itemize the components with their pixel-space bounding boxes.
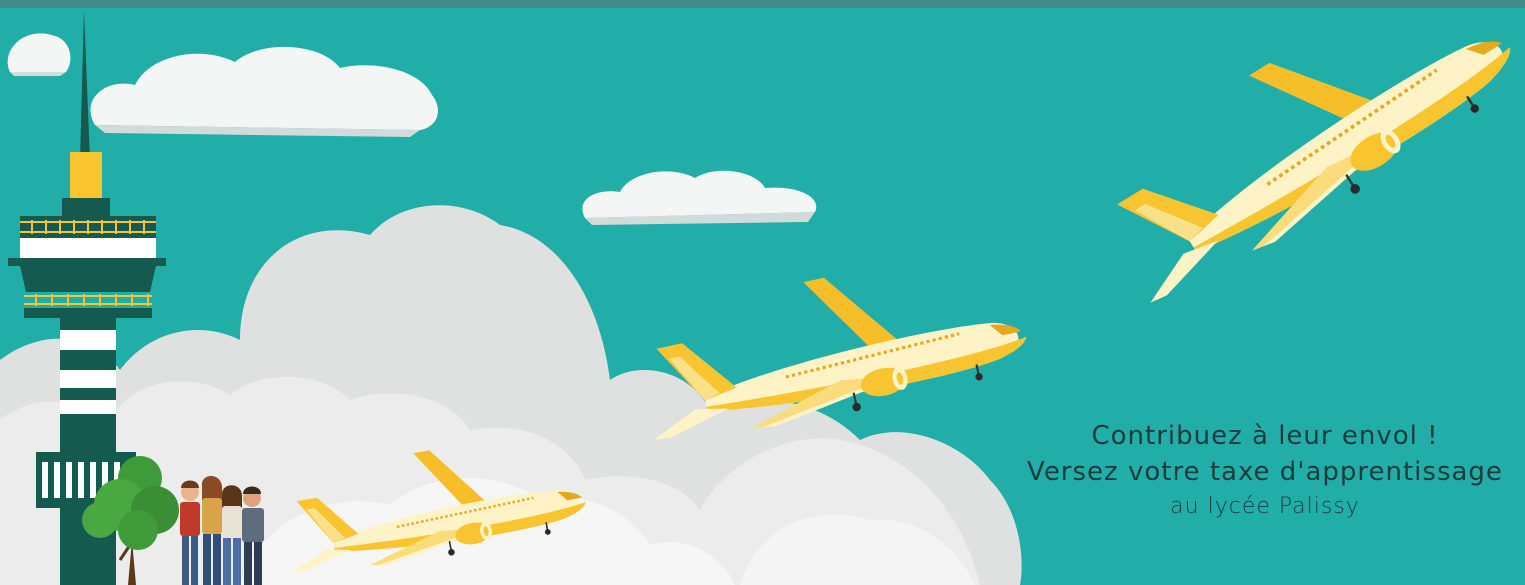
plane-large [1074,0,1525,319]
subline: Versez votre taxe d'apprentissage [1027,457,1503,487]
sky-cloud-left [90,46,439,137]
headline: Contribuez à leur envol ! [1091,421,1439,451]
sky-cloud-small [7,33,71,76]
banner: Contribuez à leur envol ! Versez votre t… [0,0,1525,585]
school-name: au lycée Palissy [1170,494,1360,519]
sky-cloud-middle [582,170,817,225]
message-block: Contribuez à leur envol ! Versez votre t… [985,418,1525,524]
